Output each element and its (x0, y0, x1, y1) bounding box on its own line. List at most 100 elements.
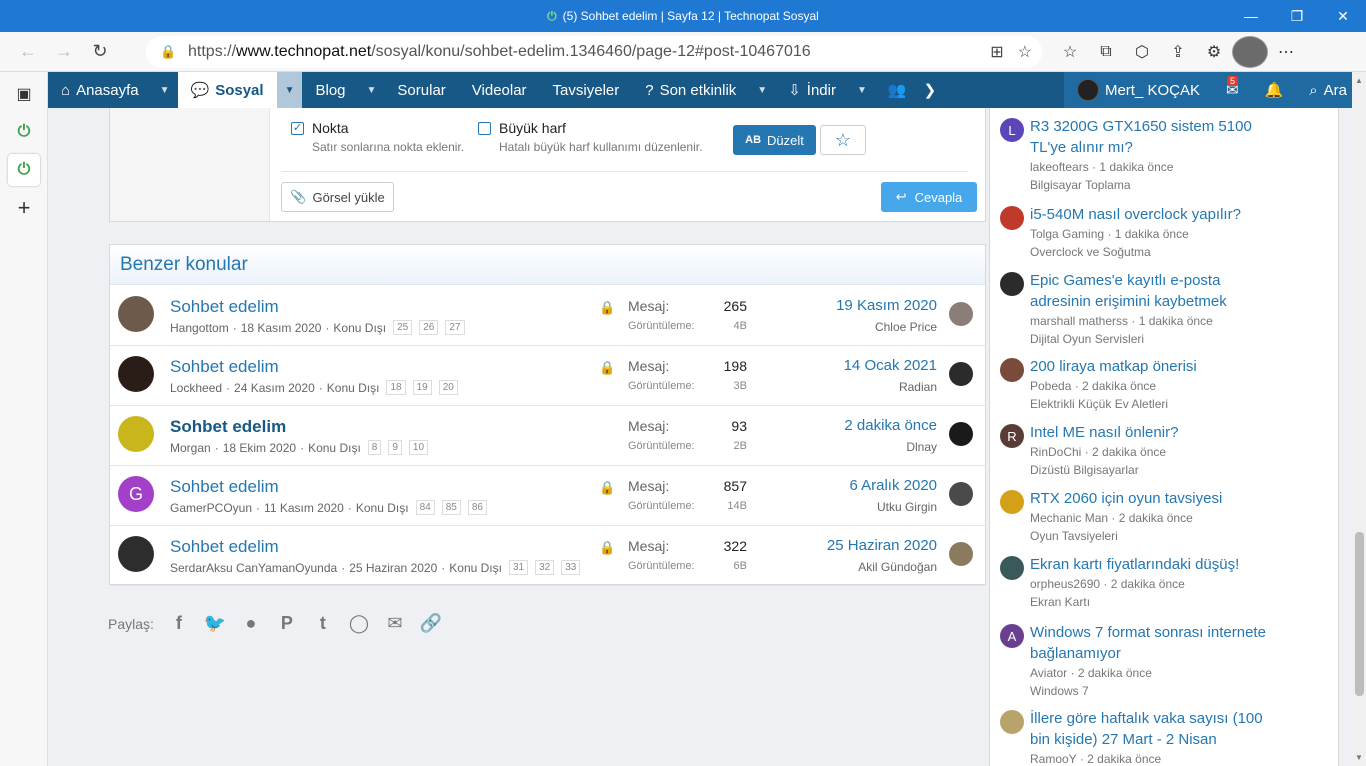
thread-author[interactable]: GamerPCOyun (170, 501, 252, 515)
collections-icon[interactable]: ⧉ (1088, 36, 1124, 68)
nokta-checkbox[interactable]: ✓ (291, 122, 304, 135)
recent-thread-title[interactable]: Windows 7 format sonrası internete bağla… (1030, 622, 1285, 664)
table-row[interactable]: Sohbet edelim SerdarAksu CanYamanOyunda ·… (110, 526, 985, 586)
whatsapp-icon[interactable]: ◯ (348, 613, 370, 634)
reddit-icon[interactable]: ● (240, 613, 262, 634)
last-post-user[interactable]: Dlnay (906, 440, 937, 454)
cevapla-button[interactable]: ↩ Cevapla (881, 182, 977, 212)
recent-forum[interactable]: Elektrikli Küçük Ev Aletleri (1030, 397, 1168, 411)
user-menu[interactable]: Mert_ KOÇAK (1063, 72, 1213, 108)
avatar[interactable]: A (1000, 624, 1024, 648)
page-link[interactable]: 32 (535, 560, 555, 575)
nav-indir[interactable]: ⇩ İndir (775, 72, 849, 108)
thread-title[interactable]: Sohbet edelim (170, 357, 279, 377)
avatar[interactable] (1000, 206, 1024, 230)
avatar[interactable] (118, 296, 154, 332)
minimize-icon[interactable]: — (1228, 0, 1274, 32)
recent-thread-title[interactable]: R3 3200G GTX1650 sistem 5100 TL'ye alını… (1030, 116, 1285, 158)
thread-author[interactable]: Morgan (170, 441, 211, 455)
page-link[interactable]: 19 (412, 380, 432, 395)
tab-technopat-icon[interactable]: ⏻ (8, 116, 40, 148)
page-link[interactable]: 18 (386, 380, 406, 395)
recent-forum[interactable]: Dijital Oyun Servisleri (1030, 332, 1144, 346)
last-post-date[interactable]: 6 Aralık 2020 (849, 477, 937, 494)
twitter-icon[interactable]: 🐦 (204, 613, 226, 634)
avatar[interactable]: L (1000, 118, 1024, 142)
nav-videolar[interactable]: Videolar (459, 72, 540, 108)
avatar[interactable]: R (1000, 424, 1024, 448)
extension-icon[interactable]: ⬡ (1124, 36, 1160, 68)
page-link[interactable]: 86 (467, 500, 487, 515)
recent-forum[interactable]: Oyun Tavsiyeleri (1030, 529, 1118, 543)
search-button[interactable]: ⌕ Ara (1296, 72, 1360, 108)
close-icon[interactable]: ✕ (1320, 0, 1366, 32)
last-post-date[interactable]: 25 Haziran 2020 (827, 537, 937, 554)
nav-sorular[interactable]: Sorular (384, 72, 458, 108)
nav-blog-dropdown[interactable]: ▼ (359, 72, 385, 108)
recent-user[interactable]: RinDoChi (1030, 445, 1081, 459)
more-menu-icon[interactable]: ⋯ (1268, 36, 1304, 68)
avatar[interactable] (1000, 358, 1024, 382)
recent-user[interactable]: lakeoftears (1030, 160, 1089, 174)
recent-thread-title[interactable]: Epic Games'e kayıtlı e-posta adresinin e… (1030, 270, 1285, 312)
nav-son-etkinlik[interactable]: ? Son etkinlik (632, 72, 749, 108)
last-post-avatar[interactable] (949, 362, 973, 386)
forward-button[interactable]: → (46, 36, 82, 68)
last-post-date[interactable]: 14 Ocak 2021 (844, 357, 937, 374)
page-link[interactable]: 25 (393, 320, 413, 335)
nokta-option[interactable]: ✓ Nokta Satır sonlarına nokta eklenir. (291, 120, 464, 154)
profile-avatar[interactable] (1232, 36, 1268, 68)
last-post-user[interactable]: Chloe Price (875, 320, 937, 334)
thread-title[interactable]: Sohbet edelim (170, 477, 279, 497)
avatar[interactable] (118, 536, 154, 572)
url-field[interactable]: 🔒 https://www.technopat.net/sosyal/konu/… (146, 36, 1042, 68)
scroll-down-icon[interactable]: ▼ (1355, 753, 1363, 762)
recent-thread-title[interactable]: Ekran kartı fiyatlarındaki düşüş! (1030, 554, 1285, 575)
app-available-icon[interactable]: ⊞ (990, 42, 1003, 62)
table-row[interactable]: Sohbet edelim Lockheed · 24 Kasım 2020 · K… (110, 346, 985, 406)
page-link[interactable]: 31 (508, 560, 529, 575)
recent-forum[interactable]: Bilgisayar Toplama (1030, 178, 1131, 192)
thread-title[interactable]: Sohbet edelim (170, 297, 279, 317)
table-row[interactable]: Sohbet edelim Morgan · 18 Ekim 2020 · Konu… (110, 406, 985, 466)
recent-user[interactable]: Mechanic Man (1030, 511, 1108, 525)
nav-sosyal[interactable]: 💬 Sosyal (177, 72, 277, 108)
recent-forum[interactable]: Overclock ve Soğutma (1030, 245, 1151, 259)
gorsel-yukle-button[interactable]: 📎 Görsel yükle (281, 182, 394, 212)
nav-tavsiyeler[interactable]: Tavsiyeler (540, 72, 633, 108)
last-post-user[interactable]: Utku Girgin (877, 500, 937, 514)
nav-sosyal-dropdown[interactable]: ▼ (276, 72, 303, 108)
avatar[interactable]: G (118, 476, 154, 512)
recent-forum[interactable]: Dizüstü Bilgisayarlar (1030, 463, 1139, 477)
table-row[interactable]: Sohbet edelim Hangottom · 18 Kasım 2020 · … (110, 286, 985, 346)
email-icon[interactable]: ✉ (384, 613, 406, 634)
avatar[interactable] (118, 416, 154, 452)
thread-forum[interactable]: Konu Dışı (327, 381, 380, 395)
alerts-button[interactable]: 🔔 (1251, 72, 1297, 108)
thread-title[interactable]: Sohbet edelim (170, 417, 286, 437)
avatar[interactable] (1000, 272, 1024, 296)
table-row[interactable]: G Sohbet edelim GamerPCOyun · 11 Kasım 20… (110, 466, 985, 526)
buyuk-harf-checkbox[interactable] (478, 122, 491, 135)
refresh-button[interactable]: ↻ (82, 36, 118, 68)
buyuk-harf-option[interactable]: Büyük harf Hatalı büyük harf kullanımı d… (478, 120, 702, 154)
page-link[interactable]: 33 (561, 560, 581, 575)
nav-blog[interactable]: Blog (302, 72, 358, 108)
extensions-icon[interactable]: ⚙ (1196, 36, 1232, 68)
page-link[interactable]: 9 (388, 440, 402, 455)
last-post-user[interactable]: Radian (899, 380, 937, 394)
tab-actions-icon[interactable]: ▣ (8, 78, 40, 110)
page-link[interactable]: 27 (445, 320, 465, 335)
page-link[interactable]: 10 (408, 440, 429, 455)
thread-author[interactable]: Lockheed (170, 381, 222, 395)
last-post-avatar[interactable] (949, 422, 973, 446)
recent-thread-title[interactable]: i5-540M nasıl overclock yapılır? (1030, 204, 1285, 225)
star-button[interactable]: ☆ (820, 125, 866, 155)
thread-author[interactable]: Hangottom (170, 321, 229, 335)
recent-user[interactable]: marshall matherss (1030, 314, 1128, 328)
share-icon[interactable]: ⇪ (1160, 36, 1196, 68)
recent-thread-title[interactable]: 200 liraya matkap önerisi (1030, 356, 1285, 377)
recent-user[interactable]: RamooY (1030, 752, 1076, 766)
link-icon[interactable]: 🔗 (420, 613, 442, 634)
scroll-up-icon[interactable]: ▲ (1355, 76, 1363, 85)
